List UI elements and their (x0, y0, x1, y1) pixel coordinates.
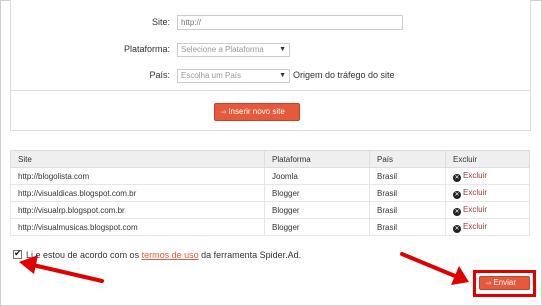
excluir-cell: ✕ Excluir (445, 184, 530, 202)
column-header-site: Site (10, 150, 265, 168)
plataforma-cell: Joomla (264, 167, 370, 185)
checkmark-icon: ✔ (14, 248, 22, 258)
site-cell: http://blogolista.com (10, 167, 265, 185)
table-row: http://blogolista.com Joomla Brasil ✕ Exc… (10, 167, 530, 185)
highlight-box (473, 270, 536, 297)
site-cell: http://visualdicas.blogspot.com.br (10, 184, 265, 202)
pais-label: País: (149, 70, 170, 80)
table-row: http://visualmusicas.blogspot.com Blogge… (10, 218, 530, 236)
site-cell: http://visualmusicas.blogspot.com (10, 218, 265, 236)
pais-select-value: Escolha um País (181, 71, 242, 80)
plataforma-select[interactable]: Selecione a Plataforma ▼ (177, 43, 290, 57)
column-header-plataforma: Plataforma (264, 150, 370, 168)
sites-table: Site Plataforma País Excluir http://blog… (10, 150, 530, 236)
site-cell: http://visualrp.blogspot.com.br (10, 201, 265, 219)
excluir-cell: ✕ Excluir (445, 201, 530, 219)
table-header-row: Site Plataforma País Excluir (10, 150, 530, 168)
excluir-cell: ✕ Excluir (445, 167, 530, 185)
delete-icon[interactable]: ✕ (453, 224, 461, 233)
pais-cell: Brasil (369, 201, 446, 219)
terms-text-before: Li e estou de acordo com os (26, 250, 142, 260)
delete-icon[interactable]: ✕ (453, 190, 461, 199)
plataforma-cell: Blogger (264, 184, 370, 202)
excluir-cell: ✕ Excluir (445, 218, 530, 236)
plataforma-cell: Blogger (264, 218, 370, 236)
excluir-link[interactable]: Excluir (463, 171, 487, 180)
dropdown-arrow-icon: ▼ (279, 46, 286, 53)
column-header-excluir: Excluir (445, 150, 530, 168)
pais-select[interactable]: Escolha um País ▼ (177, 69, 290, 83)
excluir-link[interactable]: Excluir (463, 222, 487, 231)
origem-hint: Origem do tráfego do site (293, 70, 395, 80)
excluir-link[interactable]: Excluir (463, 205, 487, 214)
plataforma-select-value: Selecione a Plataforma (181, 45, 264, 54)
pais-cell: Brasil (369, 218, 446, 236)
delete-icon[interactable]: ✕ (453, 173, 461, 182)
pais-cell: Brasil (369, 167, 446, 185)
terms-link[interactable]: termos de uso (142, 250, 199, 260)
delete-icon[interactable]: ✕ (453, 207, 461, 216)
site-label: Site: (151, 17, 170, 27)
dropdown-arrow-icon: ▼ (279, 72, 286, 79)
site-input[interactable] (177, 15, 403, 30)
excluir-link[interactable]: Excluir (463, 188, 487, 197)
table-row: http://visualdicas.blogspot.com.br Blogg… (10, 184, 530, 202)
insert-site-label: Inserir novo site (228, 107, 285, 116)
plataforma-cell: Blogger (264, 201, 370, 219)
terms-agreement: ✔ Li e estou de acordo com os termos de u… (13, 248, 302, 260)
pais-cell: Brasil (369, 184, 446, 202)
form-divider (11, 90, 530, 91)
plataforma-label: Plataforma: (123, 44, 170, 54)
insert-site-button[interactable]: ···› Inserir novo site (214, 103, 300, 121)
arrow-dots-icon: ···› (220, 109, 226, 116)
table-row: http://visualrp.blogspot.com.br Blogger … (10, 201, 530, 219)
terms-checkbox[interactable]: ✔ (13, 248, 22, 259)
column-header-pais: País (369, 150, 446, 168)
terms-text-after: da ferramenta Spider.Ad. (198, 250, 302, 260)
